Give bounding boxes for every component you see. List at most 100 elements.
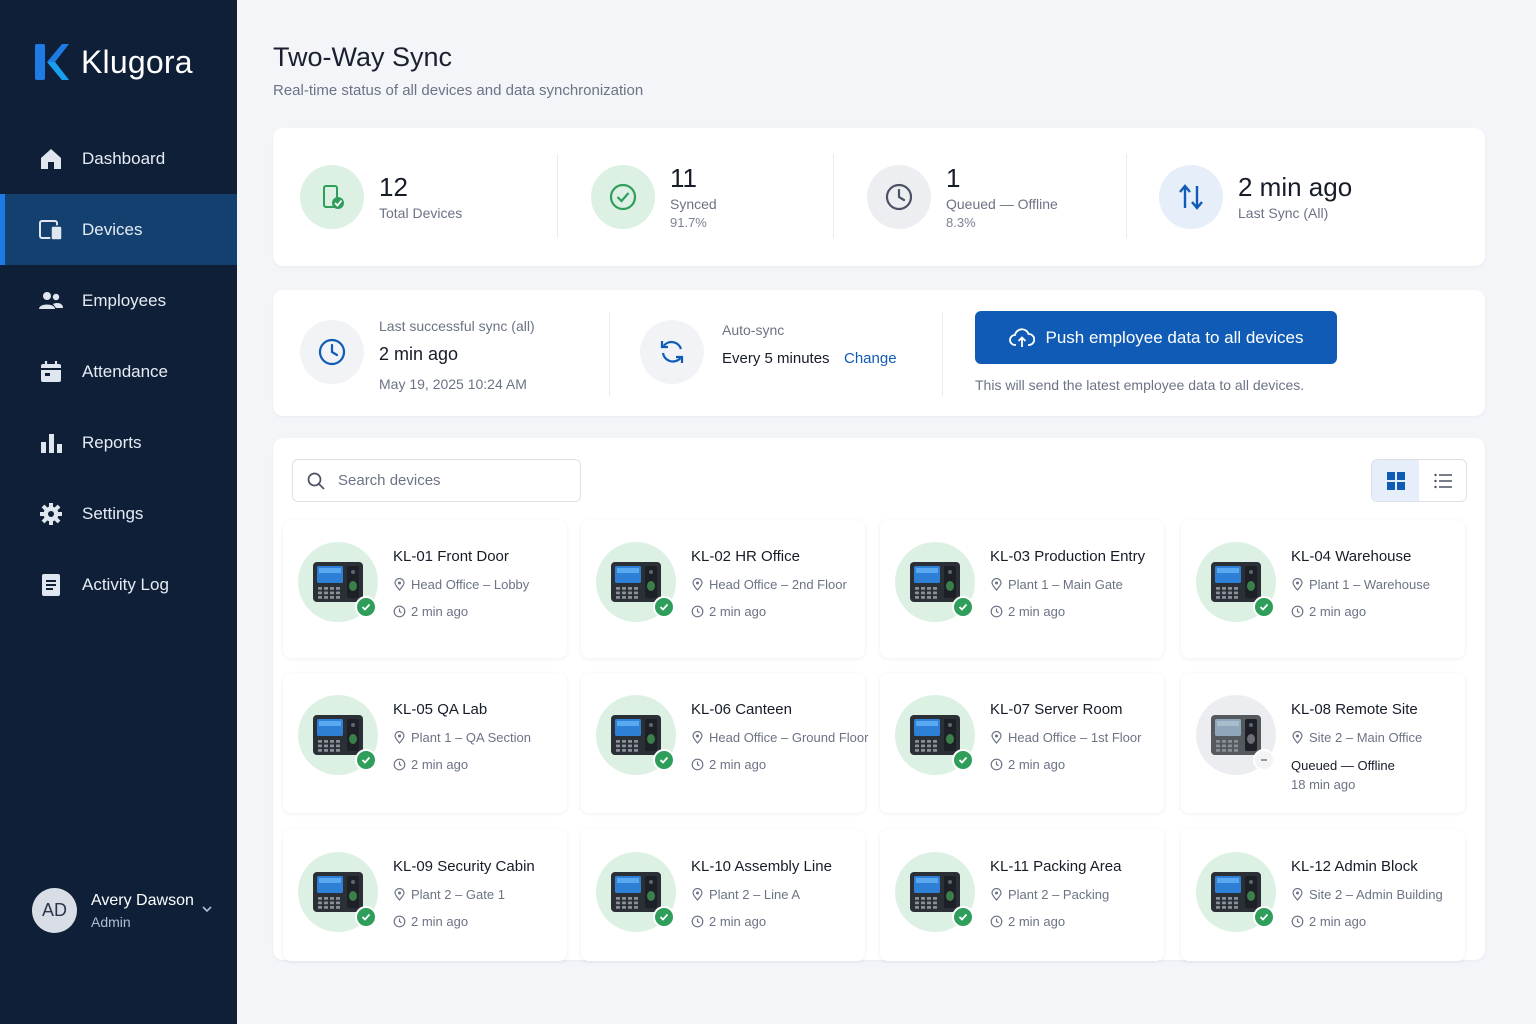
sidebar-item-label: Dashboard xyxy=(82,148,166,168)
terminal-device-icon xyxy=(1211,872,1261,912)
device-thumbnail xyxy=(895,542,975,622)
device-card[interactable]: KL-01 Front Door Head Office – Lobby 2 min… xyxy=(283,520,567,658)
sidebar-item-activity-log[interactable]: Activity Log xyxy=(0,549,237,620)
sidebar-item-settings[interactable]: Settings xyxy=(0,478,237,549)
device-card[interactable]: KL-06 Canteen Head Office – Ground Floor 2… xyxy=(581,673,868,813)
terminal-device-icon xyxy=(910,715,960,755)
device-last-sync: 2 min ago xyxy=(990,914,1065,929)
sidebar: Klugora Dashboard Devices Employees Attenda… xyxy=(0,0,237,1024)
brand-name: Klugora xyxy=(81,43,193,80)
divider xyxy=(609,312,610,396)
device-location: Head Office – Ground Floor xyxy=(691,730,868,745)
device-card[interactable]: KL-10 Assembly Line Plant 2 – Line A 2 min… xyxy=(581,829,865,961)
sidebar-item-dashboard[interactable]: Dashboard xyxy=(0,123,237,194)
last-sync-date: May 19, 2025 10:24 AM xyxy=(379,376,527,392)
terminal-device-icon xyxy=(1211,562,1261,602)
clock-icon xyxy=(990,605,1003,618)
device-card[interactable]: KL-02 HR Office Head Office – 2nd Floor 2 … xyxy=(581,520,865,658)
search-icon xyxy=(307,472,325,490)
device-name: KL-11 Packing Area xyxy=(990,858,1122,875)
synced-check-icon xyxy=(1253,906,1275,928)
device-card[interactable]: KL-07 Server Room Head Office – 1st Floor… xyxy=(880,673,1164,813)
location-pin-icon xyxy=(692,578,703,591)
divider xyxy=(557,154,558,238)
device-thumbnail xyxy=(298,695,378,775)
user-menu[interactable]: AD Avery Dawson Admin xyxy=(32,888,212,933)
stat-label: Last Sync (All) xyxy=(1238,205,1329,222)
device-card[interactable]: KL-05 QA Lab Plant 1 – QA Section 2 min ag… xyxy=(283,673,567,813)
device-location-text: Head Office – 1st Floor xyxy=(1008,730,1142,745)
device-card[interactable]: KL-08 Remote Site Site 2 – Main Office Que… xyxy=(1181,673,1465,813)
synced-check-icon xyxy=(355,596,377,618)
last-sync-value: 2 min ago xyxy=(379,344,459,364)
clock-icon xyxy=(1291,605,1304,618)
list-icon xyxy=(1433,473,1452,488)
push-note: This will send the latest employee data … xyxy=(975,377,1305,393)
device-name: KL-05 QA Lab xyxy=(393,701,488,718)
device-card[interactable]: KL-03 Production Entry Plant 1 – Main Gat… xyxy=(880,520,1164,658)
divider xyxy=(833,154,834,238)
device-location: Plant 2 – Line A xyxy=(691,887,800,902)
grid-icon xyxy=(1386,471,1405,490)
device-location-text: Head Office – Ground Floor xyxy=(709,730,869,745)
location-pin-icon xyxy=(692,888,703,901)
device-location-text: Head Office – 2nd Floor xyxy=(709,577,847,592)
avatar: AD xyxy=(32,888,77,933)
device-card[interactable]: KL-09 Security Cabin Plant 2 – Gate 1 2 mi… xyxy=(283,829,567,961)
search-input[interactable] xyxy=(338,472,568,489)
search-box[interactable] xyxy=(292,459,581,502)
synced-check-icon xyxy=(952,749,974,771)
device-location: Plant 1 – Main Gate xyxy=(990,577,1123,592)
push-employee-data-button[interactable]: Push employee data to all devices xyxy=(975,311,1337,364)
sidebar-item-label: Devices xyxy=(82,219,143,239)
sidebar-item-devices[interactable]: Devices xyxy=(0,194,237,265)
last-sync-label: Last successful sync (all) xyxy=(379,318,535,334)
sidebar-item-employees[interactable]: Employees xyxy=(0,265,237,336)
stat-last-sync-all: 2 min ago Last Sync (All) xyxy=(1159,128,1352,266)
device-name: KL-09 Security Cabin xyxy=(393,858,535,875)
stat-total-devices: 12 Total Devices xyxy=(300,128,462,266)
list-view-button[interactable] xyxy=(1419,460,1466,501)
sidebar-item-label: Employees xyxy=(82,290,167,310)
device-last-sync: 2 min ago xyxy=(393,604,468,619)
refresh-icon xyxy=(640,320,704,384)
change-auto-sync-link[interactable]: Change xyxy=(844,350,897,367)
device-name: KL-08 Remote Site xyxy=(1291,701,1418,718)
device-location-text: Head Office – Lobby xyxy=(411,577,530,592)
device-thumbnail xyxy=(298,542,378,622)
device-name: KL-02 HR Office xyxy=(691,548,800,565)
device-card[interactable]: KL-11 Packing Area Plant 2 – Packing 2 min… xyxy=(880,829,1164,961)
location-pin-icon xyxy=(692,731,703,744)
synced-check-icon xyxy=(952,906,974,928)
sync-controls-card: Last successful sync (all) 2 min ago May… xyxy=(273,290,1485,416)
device-card[interactable]: KL-12 Admin Block Site 2 – Admin Building… xyxy=(1181,829,1465,961)
page-title: Two-Way Sync xyxy=(273,42,453,72)
device-name: KL-01 Front Door xyxy=(393,548,509,565)
stat-value: 2 min ago xyxy=(1238,171,1353,202)
device-thumbnail xyxy=(1196,695,1276,775)
grid-view-button[interactable] xyxy=(1372,460,1419,501)
sidebar-item-label: Attendance xyxy=(82,361,169,381)
device-name: KL-04 Warehouse xyxy=(1291,548,1412,565)
device-location: Plant 1 – Warehouse xyxy=(1291,577,1430,592)
bar-chart-icon xyxy=(38,430,64,456)
sidebar-item-label: Activity Log xyxy=(82,574,169,594)
device-last-sync-text: 2 min ago xyxy=(709,604,767,619)
synced-check-icon xyxy=(653,906,675,928)
stat-label: Total Devices xyxy=(379,205,463,222)
brand[interactable]: Klugora xyxy=(34,42,193,82)
stat-queued-offline: 1 Queued — Offline 8.3% xyxy=(867,128,1058,266)
page-subtitle: Real-time status of all devices and data… xyxy=(273,82,644,99)
klugora-logo-icon xyxy=(35,44,69,80)
device-card[interactable]: KL-04 Warehouse Plant 1 – Warehouse 2 min … xyxy=(1181,520,1465,658)
device-last-sync-text: 2 min ago xyxy=(1008,757,1066,772)
users-icon xyxy=(38,288,64,314)
sidebar-item-attendance[interactable]: Attendance xyxy=(0,336,237,407)
terminal-device-icon xyxy=(611,715,661,755)
terminal-device-icon xyxy=(910,872,960,912)
sidebar-nav: Dashboard Devices Employees Attendance Repor… xyxy=(0,123,237,620)
sidebar-item-reports[interactable]: Reports xyxy=(0,407,237,478)
terminal-device-icon xyxy=(313,872,363,912)
device-location: Plant 2 – Gate 1 xyxy=(393,887,505,902)
chevron-down-icon[interactable] xyxy=(200,902,214,916)
